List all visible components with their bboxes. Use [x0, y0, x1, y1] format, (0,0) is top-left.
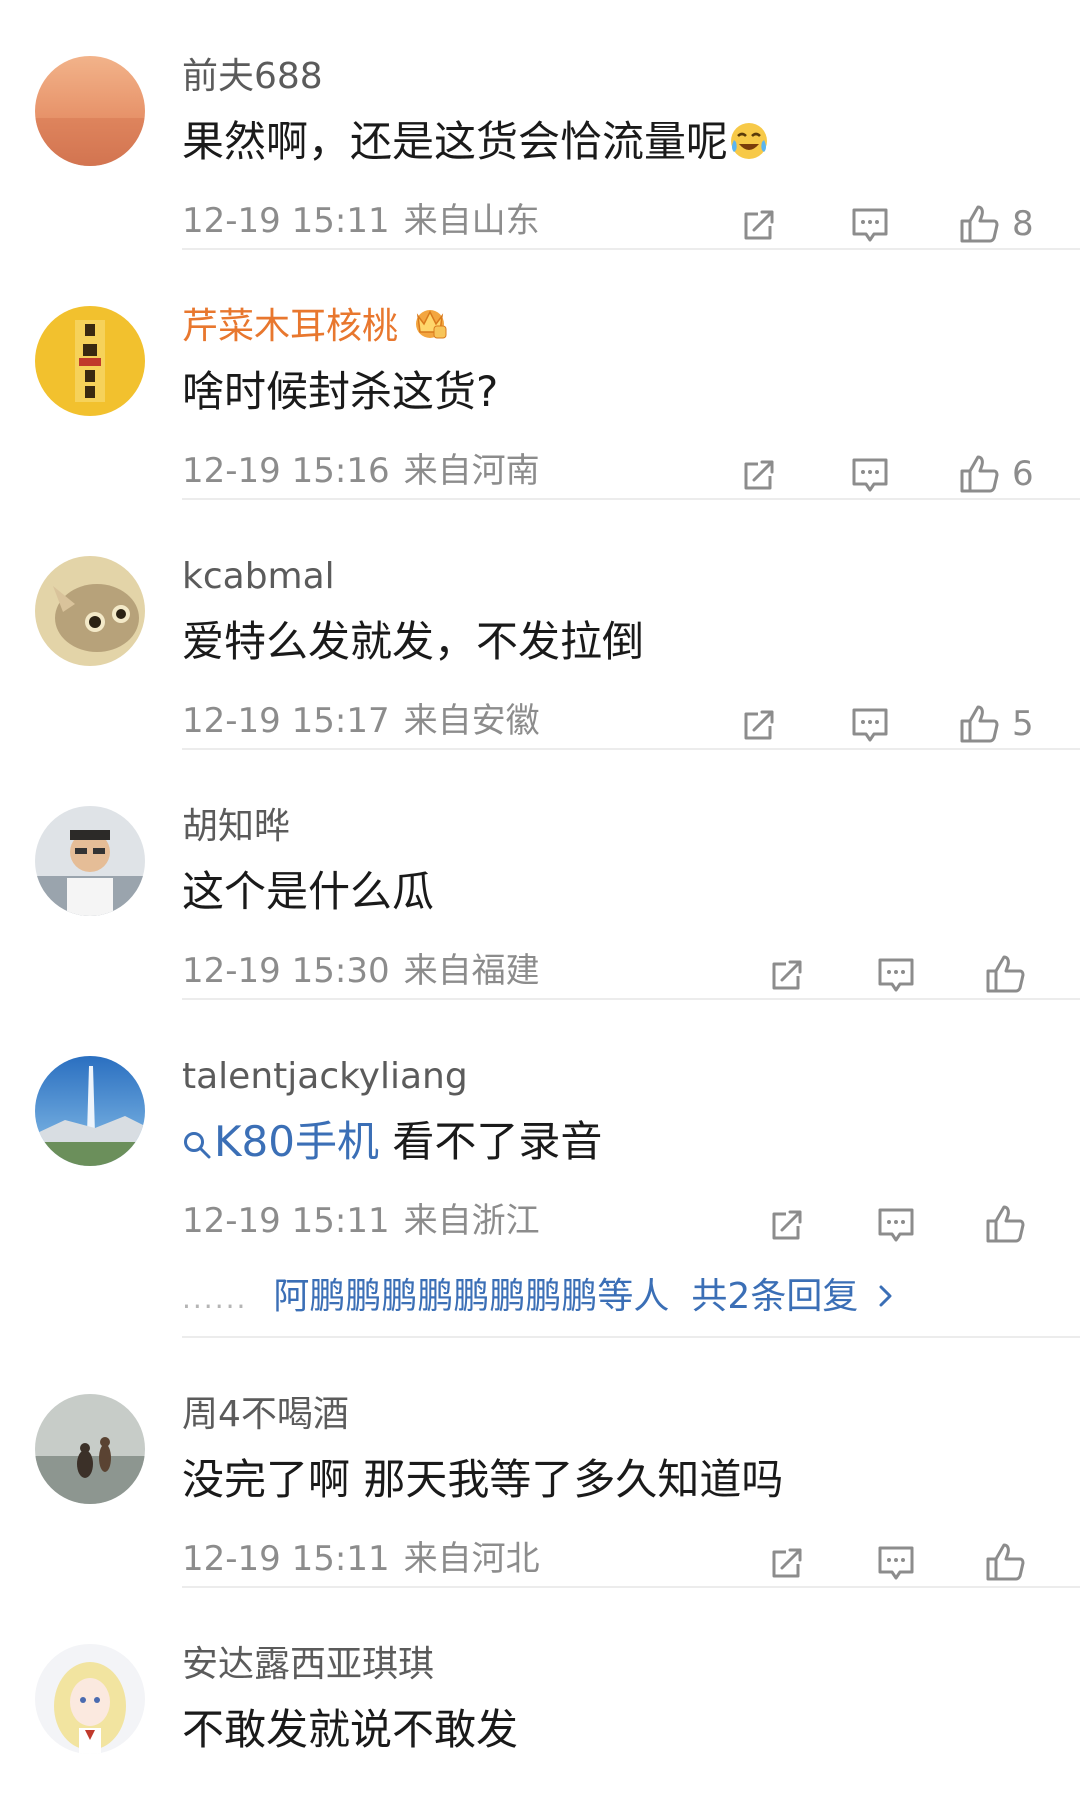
- share-button[interactable]: [768, 1200, 808, 1248]
- like-button[interactable]: 8: [958, 200, 1034, 248]
- comment-button[interactable]: [876, 950, 916, 998]
- comment-button[interactable]: [850, 450, 890, 498]
- like-count: 6: [1012, 454, 1034, 494]
- like-button[interactable]: 6: [958, 450, 1034, 498]
- comment-item: talentjackyliang K80手机 看不了录音 12-19 15:11 来自…: [0, 1000, 1080, 1338]
- like-icon: [958, 453, 1000, 495]
- comment-text: 果然啊，还是这货会恰流量呢: [182, 114, 770, 170]
- like-count: 5: [1012, 704, 1034, 744]
- like-icon: [984, 1541, 1026, 1583]
- comment-text: 这个是什么瓜: [182, 867, 435, 916]
- comment-icon: [876, 1542, 916, 1582]
- like-button[interactable]: 5: [958, 700, 1034, 748]
- comment-button[interactable]: [850, 200, 890, 248]
- reply-users: 阿鹏鹏鹏鹏鹏鹏鹏鹏等人: [273, 1276, 670, 1317]
- comment-text: 不敢发就说不敢发: [182, 1705, 519, 1754]
- comment-actions: 5: [0, 700, 1080, 748]
- user-avatar[interactable]: [35, 306, 145, 416]
- like-button[interactable]: [984, 1538, 1026, 1586]
- username[interactable]: 胡知晔: [182, 802, 290, 852]
- username[interactable]: talentjackyliang: [182, 1052, 468, 1102]
- share-button[interactable]: [740, 200, 780, 248]
- username[interactable]: 前夫688: [182, 52, 323, 102]
- comment-item: 芹菜木耳核桃 啥时候封杀这货? 12-19 15:16 来自河南 6: [0, 250, 1080, 500]
- reply-total: 共2条回复: [691, 1276, 859, 1317]
- like-icon: [958, 203, 1000, 245]
- share-button[interactable]: [768, 950, 808, 998]
- comment-item: 胡知晔 这个是什么瓜 12-19 15:30 来自福建: [0, 750, 1080, 1000]
- laugh-cry-emoji-icon: [728, 117, 770, 166]
- user-avatar[interactable]: [35, 806, 145, 916]
- like-button[interactable]: [984, 950, 1026, 998]
- topic-link[interactable]: K80手机: [182, 1117, 379, 1166]
- comment-item: 前夫688 果然啊，还是这货会恰流量呢 12-19 15:11 来自山东 8: [0, 0, 1080, 250]
- comment-button[interactable]: [850, 700, 890, 748]
- like-icon: [984, 1203, 1026, 1245]
- comment-actions: [0, 1538, 1080, 1586]
- username[interactable]: 芹菜木耳核桃: [182, 302, 450, 356]
- chevron-right-icon: [876, 1276, 896, 1317]
- share-button[interactable]: [768, 1538, 808, 1586]
- comment-text: 没完了啊 那天我等了多久知道吗: [182, 1455, 784, 1504]
- comment-item: kcabmal 爱特么发就发，不发拉倒 12-19 15:17 来自安徽 5: [0, 500, 1080, 750]
- comment-actions: 8: [0, 200, 1080, 248]
- user-avatar[interactable]: [35, 556, 145, 666]
- comment-icon: [850, 204, 890, 244]
- like-icon: [958, 703, 1000, 745]
- replies-link[interactable]: ...... 阿鹏鹏鹏鹏鹏鹏鹏鹏等人 共2条回复: [182, 1272, 896, 1324]
- comment-button[interactable]: [876, 1200, 916, 1248]
- user-avatar[interactable]: [35, 1394, 145, 1504]
- username[interactable]: 安达露西亚琪琪: [182, 1640, 434, 1690]
- comment-button[interactable]: [876, 1538, 916, 1586]
- search-icon: [182, 1118, 212, 1174]
- comment-text: K80手机 看不了录音: [182, 1114, 602, 1174]
- user-avatar[interactable]: [35, 1056, 145, 1166]
- vip-crown-icon: [410, 302, 450, 356]
- comment-text: 爱特么发就发，不发拉倒: [182, 617, 645, 666]
- share-button[interactable]: [740, 450, 780, 498]
- like-button[interactable]: [984, 1200, 1026, 1248]
- share-icon: [768, 1204, 808, 1244]
- username[interactable]: kcabmal: [182, 552, 335, 602]
- share-icon: [740, 704, 780, 744]
- like-icon: [984, 953, 1026, 995]
- like-count: 8: [1012, 204, 1034, 244]
- comment-text: 啥时候封杀这货?: [182, 367, 499, 416]
- comment-actions: [0, 1200, 1080, 1248]
- share-icon: [740, 454, 780, 494]
- user-avatar[interactable]: [35, 56, 145, 166]
- user-avatar[interactable]: [35, 1644, 145, 1754]
- comment-icon: [850, 454, 890, 494]
- share-button[interactable]: [740, 700, 780, 748]
- share-icon: [768, 1542, 808, 1582]
- comment-icon: [876, 954, 916, 994]
- reply-dots: ......: [182, 1282, 248, 1315]
- comment-icon: [850, 704, 890, 744]
- share-icon: [740, 204, 780, 244]
- comment-actions: 6: [0, 450, 1080, 498]
- comment-actions: [0, 950, 1080, 998]
- comment-item: 安达露西亚琪琪不敢发就说不敢发: [0, 1588, 1080, 1800]
- comment-item: 周4不喝酒 没完了啊 那天我等了多久知道吗 12-19 15:11 来自河北: [0, 1338, 1080, 1588]
- username[interactable]: 周4不喝酒: [182, 1390, 349, 1440]
- share-icon: [768, 954, 808, 994]
- comment-icon: [876, 1204, 916, 1244]
